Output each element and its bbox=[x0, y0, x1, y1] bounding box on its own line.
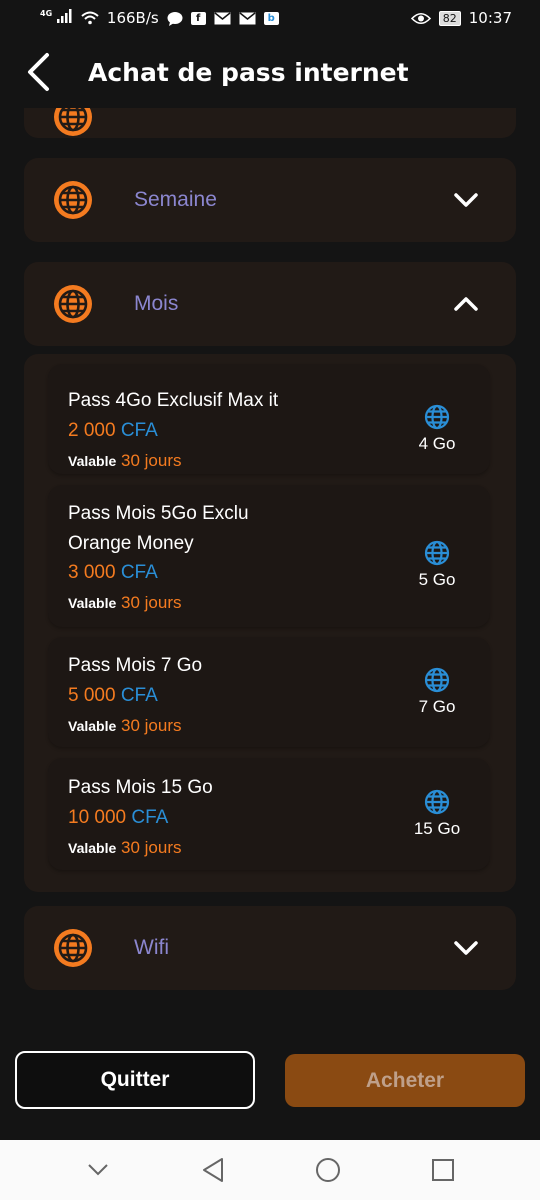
offer-card[interactable]: Pass Mois 5Go Exclu Orange Money 3 000 C… bbox=[48, 485, 490, 627]
offer-price: 10 000 CFA bbox=[68, 807, 168, 829]
category-label-mois: Mois bbox=[134, 292, 179, 315]
price-amount: 2 000 bbox=[68, 420, 116, 441]
category-card-wifi[interactable]: Wifi bbox=[24, 906, 516, 990]
category-header-mois[interactable]: Mois bbox=[24, 262, 516, 346]
globe-icon bbox=[54, 929, 92, 967]
buy-button[interactable]: Acheter bbox=[285, 1054, 525, 1107]
offer-data: 7 Go bbox=[412, 667, 462, 717]
validity-label: Valable bbox=[68, 453, 117, 469]
mail-icon bbox=[214, 11, 231, 24]
price-currency: CFA bbox=[131, 807, 169, 828]
offer-validity: Valable 30 jours bbox=[68, 838, 181, 858]
validity-label: Valable bbox=[68, 840, 117, 856]
page-title: Achat de pass internet bbox=[88, 57, 409, 87]
data-amount: 5 Go bbox=[418, 570, 456, 589]
signal-icon: 4G bbox=[40, 9, 73, 27]
bing-icon: b bbox=[263, 11, 279, 25]
offer-name: Pass 4Go Exclusif Max it bbox=[68, 390, 279, 411]
system-nav-bar bbox=[0, 1140, 540, 1200]
mail-icon-2 bbox=[239, 11, 256, 24]
offers-panel-mois: Pass 4Go Exclusif Max it 2 000 CFA Valab… bbox=[24, 354, 516, 892]
category-label-semaine: Semaine bbox=[134, 188, 217, 211]
price-currency: CFA bbox=[120, 685, 158, 706]
price-amount: 5 000 bbox=[68, 685, 116, 706]
price-amount: 3 000 bbox=[68, 562, 116, 583]
nav-recents-button[interactable] bbox=[423, 1150, 463, 1190]
circle-home-icon bbox=[315, 1158, 340, 1182]
data-amount: 15 Go bbox=[413, 819, 461, 838]
wifi-icon bbox=[81, 11, 99, 25]
offer-card[interactable]: Pass 4Go Exclusif Max it 2 000 CFA Valab… bbox=[48, 364, 490, 474]
nav-back-button[interactable] bbox=[193, 1150, 233, 1190]
validity-label: Valable bbox=[68, 595, 117, 611]
offer-price: 5 000 CFA bbox=[68, 685, 158, 707]
category-card-semaine[interactable]: Semaine bbox=[24, 158, 516, 242]
validity-value: 30 jours bbox=[121, 593, 182, 612]
globe-icon bbox=[54, 181, 92, 219]
offer-price: 3 000 CFA bbox=[68, 562, 158, 584]
nav-home-button[interactable] bbox=[308, 1150, 348, 1190]
nav-hide-button[interactable] bbox=[78, 1150, 118, 1190]
chevron-down-icon bbox=[87, 1164, 108, 1176]
offer-data: 5 Go bbox=[412, 540, 462, 590]
back-button[interactable] bbox=[18, 48, 58, 96]
app-bar: Achat de pass internet bbox=[0, 36, 540, 108]
price-amount: 10 000 bbox=[68, 807, 127, 828]
validity-value: 30 jours bbox=[121, 838, 182, 857]
globe-icon bbox=[424, 404, 450, 430]
status-bar: 4G 166B/s f b 82 10:37 bbox=[0, 0, 540, 36]
chevron-left-icon bbox=[28, 53, 49, 91]
price-currency: CFA bbox=[120, 562, 158, 583]
facebook-icon: f bbox=[190, 11, 206, 25]
network-type: 4G bbox=[40, 9, 53, 18]
globe-icon bbox=[54, 285, 92, 323]
offer-price: 2 000 CFA bbox=[68, 420, 158, 442]
status-left: 4G 166B/s f b bbox=[40, 9, 279, 27]
battery-icon: 82 bbox=[438, 10, 461, 26]
data-amount: 4 Go bbox=[418, 434, 456, 453]
validity-value: 30 jours bbox=[121, 716, 182, 735]
category-header-wifi[interactable]: Wifi bbox=[24, 906, 516, 990]
offers-scroll-area[interactable]: Semaine Mois Pass 4Go Exclusif Max it 2 … bbox=[0, 108, 540, 1028]
globe-icon bbox=[424, 540, 450, 566]
offer-validity: Valable 30 jours bbox=[68, 451, 181, 471]
offer-validity: Valable 30 jours bbox=[68, 716, 181, 736]
validity-label: Valable bbox=[68, 718, 117, 734]
offer-validity: Valable 30 jours bbox=[68, 593, 181, 613]
offer-name: Pass Mois 5Go Exclu Orange Money bbox=[68, 503, 249, 554]
triangle-back-icon bbox=[202, 1158, 223, 1182]
network-speed: 166B/s bbox=[106, 9, 159, 27]
offer-card[interactable]: Pass Mois 7 Go 5 000 CFA Valable 30 jour… bbox=[48, 637, 490, 747]
globe-icon bbox=[54, 108, 92, 136]
chat-icon bbox=[167, 11, 183, 26]
offer-card[interactable]: Pass Mois 15 Go 10 000 CFA Valable 30 jo… bbox=[48, 758, 490, 870]
chevron-down-icon[interactable] bbox=[452, 186, 480, 214]
offer-name: Pass Mois 7 Go bbox=[68, 655, 203, 676]
category-card-mois[interactable]: Mois bbox=[24, 262, 516, 346]
square-recents-icon bbox=[431, 1159, 454, 1181]
category-header-semaine[interactable]: Semaine bbox=[24, 158, 516, 242]
data-amount: 7 Go bbox=[418, 697, 456, 716]
globe-icon bbox=[424, 789, 450, 815]
offer-data: 4 Go bbox=[412, 404, 462, 454]
offer-data: 15 Go bbox=[412, 789, 462, 839]
clock: 10:37 bbox=[468, 9, 512, 27]
status-right: 82 10:37 bbox=[410, 9, 512, 27]
chevron-up-icon[interactable] bbox=[452, 290, 480, 318]
category-label-wifi: Wifi bbox=[134, 936, 169, 959]
action-bar: Quitter Acheter bbox=[0, 1028, 540, 1140]
price-currency: CFA bbox=[120, 420, 158, 441]
offer-name: Pass Mois 15 Go bbox=[68, 777, 213, 798]
quit-button[interactable]: Quitter bbox=[15, 1051, 255, 1109]
category-card-partial[interactable] bbox=[24, 108, 516, 138]
validity-value: 30 jours bbox=[121, 451, 182, 470]
chevron-down-icon[interactable] bbox=[452, 934, 480, 962]
globe-icon bbox=[424, 667, 450, 693]
eye-icon bbox=[410, 12, 431, 24]
